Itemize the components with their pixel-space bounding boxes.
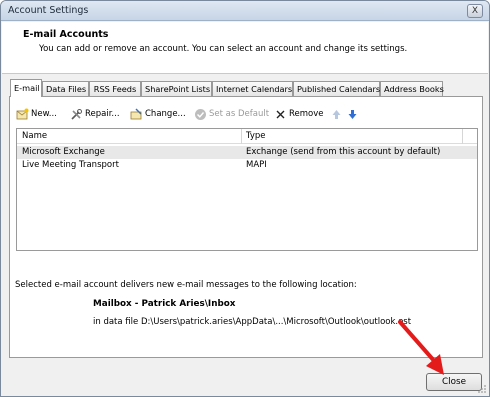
tab-internet-calendars[interactable]: Internet Calendars <box>212 81 293 96</box>
remove-button[interactable]: Remove <box>274 107 326 123</box>
set-as-default-button[interactable]: Set as Default <box>194 107 270 123</box>
section-title: E-mail Accounts <box>23 29 109 40</box>
table-row[interactable]: Live Meeting Transport MAPI <box>17 159 477 172</box>
account-name-cell: Live Meeting Transport <box>22 160 119 170</box>
title-bar: Account Settings X <box>1 1 489 21</box>
move-down-arrow-icon <box>348 110 357 119</box>
change-account-icon <box>130 108 142 120</box>
list-header: Name Type <box>17 129 477 144</box>
move-up-button[interactable] <box>330 107 343 123</box>
tab-published-calendars[interactable]: Published Calendars <box>293 81 380 96</box>
annotation-arrow-icon <box>398 320 444 375</box>
new-account-icon <box>16 108 29 120</box>
repair-tools-icon <box>71 109 82 120</box>
tab-email[interactable]: E-mail <box>10 79 42 97</box>
move-down-button[interactable] <box>346 107 359 123</box>
account-settings-window: Account Settings X E-mail Accounts You c… <box>0 0 490 397</box>
tab-sharepoint-lists[interactable]: SharePoint Lists <box>141 81 212 96</box>
change-button[interactable]: Change... <box>130 107 192 123</box>
account-name-cell: Microsoft Exchange <box>22 147 105 157</box>
table-row[interactable]: Microsoft Exchange Exchange (send from t… <box>17 146 477 159</box>
data-file-path: in data file D:\Users\patrick.aries\AppD… <box>93 317 412 327</box>
delivery-location-text: Selected e-mail account delivers new e-m… <box>15 280 357 290</box>
checkmark-icon <box>195 109 206 120</box>
mailbox-location: Mailbox - Patrick Aries\Inbox <box>93 299 236 309</box>
accounts-list: Name Type Microsoft Exchange Exchange (s… <box>16 128 478 251</box>
header-section: E-mail Accounts You can add or remove an… <box>2 22 488 74</box>
account-type-cell: MAPI <box>246 160 267 170</box>
remove-x-icon <box>276 110 285 119</box>
tab-rss-feeds[interactable]: RSS Feeds <box>89 81 141 96</box>
column-header-name[interactable]: Name <box>22 131 47 141</box>
account-type-cell: Exchange (send from this account by defa… <box>246 147 441 157</box>
tab-data-files[interactable]: Data Files <box>42 81 89 96</box>
section-description: You can add or remove an account. You ca… <box>39 44 408 54</box>
column-header-type[interactable]: Type <box>246 131 266 141</box>
tab-address-books[interactable]: Address Books <box>380 81 444 96</box>
new-button[interactable]: New... <box>16 107 66 123</box>
window-close-button[interactable]: X <box>467 4 483 18</box>
repair-button[interactable]: Repair... <box>70 107 128 123</box>
window-title: Account Settings <box>8 5 89 16</box>
move-up-arrow-icon <box>332 110 341 119</box>
resize-grip-icon[interactable] <box>477 384 487 394</box>
